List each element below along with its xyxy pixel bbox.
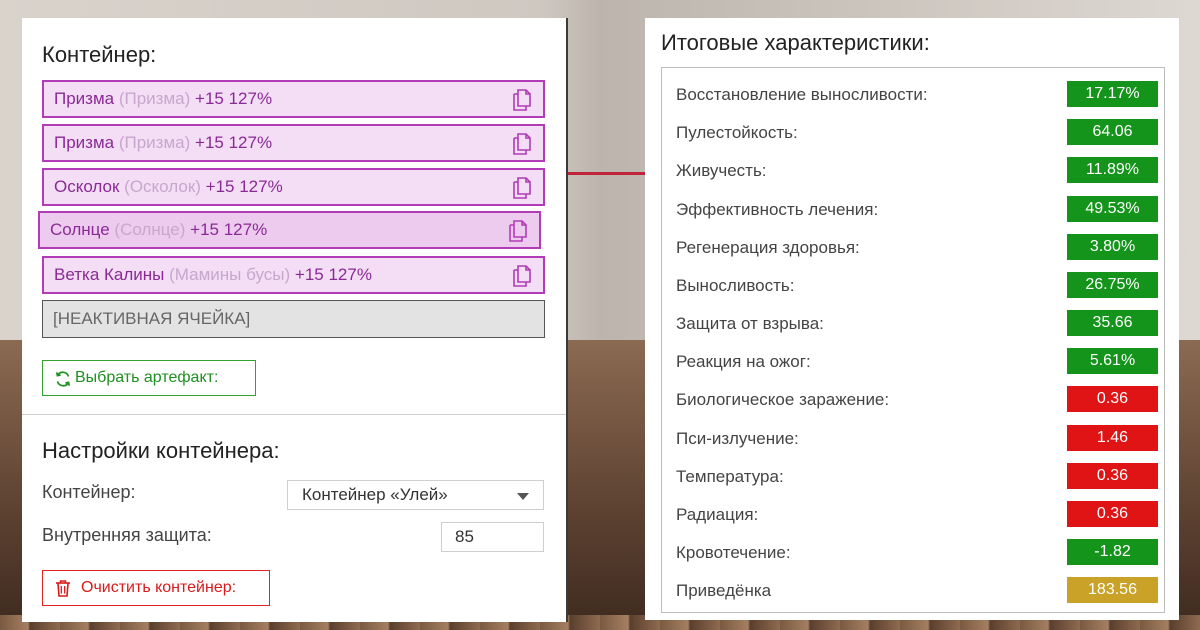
slot-name: Осколок [54,177,120,196]
container-panel: Контейнер: Призма (Призма) +15 127% Приз… [22,18,568,622]
slot-pct: +15 127% [195,89,273,108]
stat-value-badge: 49.53% [1067,196,1158,222]
section-divider [22,414,566,415]
stat-name: Пси-излучение: [676,429,799,448]
stat-row: Реакция на ожог: 5.61% [676,348,1160,378]
stat-row: Приведёнка 183.56 [676,577,1160,607]
copy-icon[interactable] [509,263,535,289]
slot-pct: +15 127% [190,220,268,239]
stat-value-badge: 0.36 [1067,463,1158,489]
slot-sub: (Призма) [118,89,191,108]
connector-line [566,172,646,175]
stat-row: Температура: 0.36 [676,463,1160,493]
copy-icon[interactable] [509,131,535,157]
stat-name: Реакция на ожог: [676,352,811,371]
stat-name: Защита от взрыва: [676,314,824,333]
stat-row: Радиация: 0.36 [676,501,1160,531]
trash-icon [56,580,70,597]
container-type-label: Контейнер: [42,482,136,502]
stat-value-badge: 11.89% [1067,157,1158,183]
stat-name: Живучесть: [676,161,767,180]
stat-row: Защита от взрыва: 35.66 [676,310,1160,340]
stat-row: Биологическое заражение: 0.36 [676,386,1160,416]
totals-panel: Итоговые характеристики: Восстановление … [645,18,1179,620]
inner-protection-input[interactable]: 85 [441,522,544,552]
slot-sub: (Солнце) [114,220,186,239]
stat-name: Биологическое заражение: [676,390,890,409]
inner-protection-label: Внутренняя защита: [42,525,212,545]
choose-artifact-label: Выбрать артефакт: [75,369,219,386]
slot-sub: (Призма) [118,133,191,152]
clear-container-label: Очистить контейнер: [81,579,237,596]
artifact-slot-5[interactable]: Ветка Калины (Мамины бусы) +15 127% [42,256,545,294]
stat-value-badge: 0.36 [1067,501,1158,527]
slot-name: Ветка Калины [54,265,165,284]
stat-name: Радиация: [676,505,759,524]
stat-name: Восстановление выносливости: [676,85,928,104]
stat-name: Пулестойкость: [676,123,798,142]
stat-row: Выносливость: 26.75% [676,272,1160,302]
stat-name: Приведёнка [676,581,772,600]
stat-row: Кровотечение: -1.82 [676,539,1160,569]
stat-value-badge: 183.56 [1067,577,1158,603]
stat-value-badge: 35.66 [1067,310,1158,336]
stat-name: Эффективность лечения: [676,200,879,219]
stat-value-badge: 1.46 [1067,425,1158,451]
stat-name: Кровотечение: [676,543,791,562]
slot-pct: +15 127% [195,133,273,152]
clear-container-button[interactable]: Очистить контейнер: [42,570,270,606]
slot-name: Призма [54,133,115,152]
stat-value-badge: 0.36 [1067,386,1158,412]
copy-icon[interactable] [505,218,531,244]
slot-name: Солнце [50,220,110,239]
artifact-slot-1[interactable]: Призма (Призма) +15 127% [42,80,545,118]
stat-name: Выносливость: [676,276,795,295]
artifact-slot-3[interactable]: Осколок (Осколок) +15 127% [42,168,545,206]
container-type-value: Контейнер «Улей» [302,485,448,504]
stat-name: Регенерация здоровья: [676,238,860,257]
copy-icon[interactable] [509,175,535,201]
stat-row: Регенерация здоровья: 3.80% [676,234,1160,264]
slot-sub: (Осколок) [124,177,201,196]
artifact-slot-2[interactable]: Призма (Призма) +15 127% [42,124,545,162]
stat-value-badge: 3.80% [1067,234,1158,260]
slot-sub: (Мамины бусы) [169,265,291,284]
stat-value-badge: 17.17% [1067,81,1158,107]
slot-pct: +15 127% [294,265,372,284]
inactive-slot: [НЕАКТИВНАЯ ЯЧЕЙКА] [42,300,545,338]
container-type-select[interactable]: Контейнер «Улей» [287,480,544,510]
settings-title: Настройки контейнера: [42,438,280,463]
stat-value-badge: 64.06 [1067,119,1158,145]
refresh-icon [55,371,71,387]
stat-value-badge: -1.82 [1067,539,1158,565]
slot-name: Призма [54,89,115,108]
stat-row: Живучесть: 11.89% [676,157,1160,187]
slot-pct: +15 127% [205,177,283,196]
artifact-slot-4[interactable]: Солнце (Солнце) +15 127% [38,211,541,249]
choose-artifact-button[interactable]: Выбрать артефакт: [42,360,256,396]
copy-icon[interactable] [509,87,535,113]
stat-row: Пси-излучение: 1.46 [676,425,1160,455]
stats-list: Восстановление выносливости: 17.17% Пуле… [661,67,1165,613]
stat-value-badge: 5.61% [1067,348,1158,374]
stat-value-badge: 26.75% [1067,272,1158,298]
stat-row: Пулестойкость: 64.06 [676,119,1160,149]
chevron-down-icon [517,493,529,500]
stat-row: Восстановление выносливости: 17.17% [676,81,1160,111]
stat-row: Эффективность лечения: 49.53% [676,196,1160,226]
stat-name: Температура: [676,467,784,486]
totals-title: Итоговые характеристики: [661,30,930,55]
container-title: Контейнер: [42,42,157,67]
